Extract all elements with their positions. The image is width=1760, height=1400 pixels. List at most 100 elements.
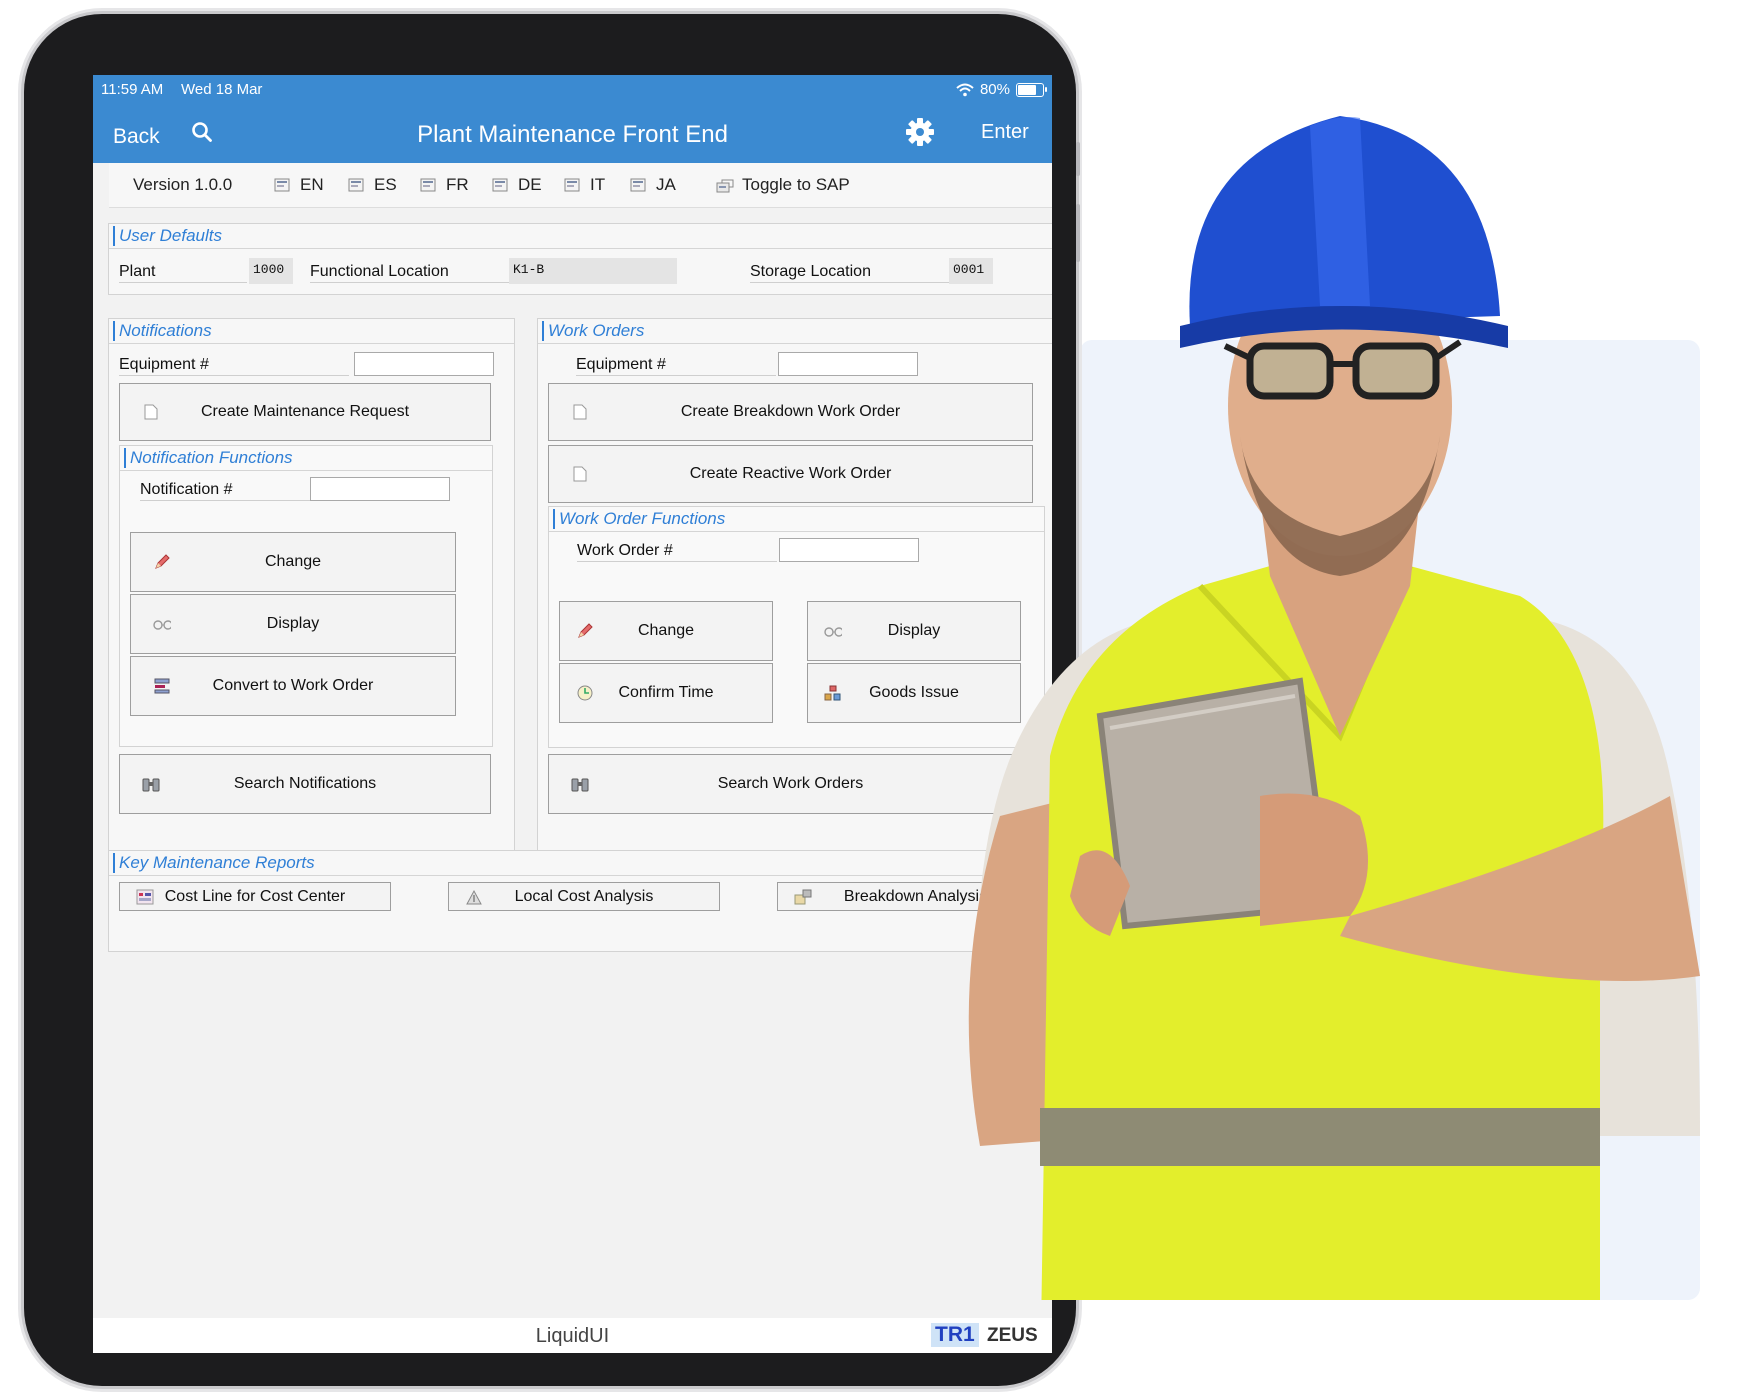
gear-icon[interactable] [905, 117, 935, 152]
language-label-it: IT [590, 175, 606, 194]
brand-label: LiquidUI [535, 1325, 610, 1347]
language-button-es[interactable]: ES [348, 175, 397, 195]
storage-location-label: Storage Location [750, 263, 871, 280]
language-label-ja: JA [656, 175, 676, 194]
key-maintenance-reports-group: Key Maintenance Reports Cost Line for Co… [108, 850, 1052, 952]
language-icon [630, 177, 648, 193]
language-button-en[interactable]: EN [274, 175, 324, 195]
label-underline [119, 282, 247, 283]
pencil-icon [153, 553, 171, 571]
confirm-time-label: Confirm Time [618, 684, 714, 701]
search-notifications-label: Search Notifications [233, 775, 377, 792]
label-underline [750, 282, 950, 283]
functional-location-field: K1-B [509, 258, 677, 284]
label-underline [310, 282, 510, 283]
version-label: Version 1.0.0 [133, 175, 233, 194]
battery-icon [1016, 82, 1047, 97]
document-icon [571, 403, 589, 421]
footer-bar: LiquidUI TR1 ZEUS [93, 1318, 1052, 1353]
analysis-icon [465, 888, 483, 906]
language-button-ja[interactable]: JA [630, 175, 676, 195]
user-defaults-title: User Defaults [113, 226, 222, 246]
create-maintenance-request-label: Create Maintenance Request [200, 403, 410, 420]
key-maintenance-reports-title: Key Maintenance Reports [113, 853, 315, 873]
plant-field: 1000 [249, 258, 293, 284]
wifi-icon [956, 83, 974, 96]
equipment-input[interactable] [354, 352, 494, 376]
label-underline [140, 500, 310, 501]
search-notifications-button[interactable]: Search Notifications [119, 754, 491, 814]
work-order-number-input[interactable] [779, 538, 919, 562]
host-label: ZEUS [987, 1325, 1038, 1346]
user-defaults-group: User Defaults Plant 1000 Functional Loca… [108, 223, 1052, 295]
label-underline [577, 561, 777, 562]
notification-number-label: Notification # [140, 481, 233, 498]
language-label-fr: FR [446, 175, 469, 194]
group-title-divider [109, 875, 1052, 876]
vest-reflective-stripe [1040, 1108, 1600, 1166]
worker-illustration [968, 116, 1700, 1300]
language-icon [492, 177, 510, 193]
local-cost-analysis-label: Local Cost Analysis [514, 887, 654, 905]
plant-label: Plant [119, 263, 156, 280]
toggle-to-sap-button[interactable]: Toggle to SAP [716, 175, 850, 195]
status-bar: 11:59 AM Wed 18 Mar 80% [93, 75, 1052, 105]
goods-icon [824, 684, 842, 702]
work-order-change-button[interactable]: Change [559, 601, 773, 661]
toggle-icon [716, 177, 734, 193]
notification-number-input[interactable] [310, 477, 450, 501]
local-cost-analysis-button[interactable]: Local Cost Analysis [448, 882, 720, 911]
group-title-divider [120, 470, 492, 471]
language-label-de: DE [518, 175, 542, 194]
binoculars-icon [571, 775, 589, 793]
cost-line-button[interactable]: Cost Line for Cost Center [119, 882, 391, 911]
toolbar: Version 1.0.0 EN ES FR DE IT JA Toggle t… [109, 163, 1052, 208]
notification-change-label: Change [264, 553, 322, 570]
toggle-to-sap-label: Toggle to SAP [742, 175, 850, 194]
clock-icon [576, 684, 594, 702]
work-order-functions-title: Work Order Functions [553, 509, 725, 529]
glasses-icon [153, 615, 171, 633]
create-maintenance-request-button[interactable]: Create Maintenance Request [119, 383, 491, 441]
notification-functions-group: Notification Functions Notification # Ch… [119, 445, 493, 747]
label-underline [576, 375, 776, 376]
language-label-en: EN [300, 175, 324, 194]
confirm-time-button[interactable]: Confirm Time [559, 663, 773, 723]
work-orders-title: Work Orders [542, 321, 644, 341]
right-hand [1260, 793, 1368, 926]
group-title-divider [109, 248, 1052, 249]
functional-location-label: Functional Location [310, 263, 449, 280]
language-button-it[interactable]: IT [564, 175, 605, 195]
wo-equipment-input[interactable] [778, 352, 918, 376]
app-screen: 11:59 AM Wed 18 Mar 80% Back Plant Maint… [93, 75, 1052, 1353]
wo-equipment-label: Equipment # [576, 356, 666, 373]
breakdown-icon [794, 888, 812, 906]
work-order-display-label: Display [887, 622, 941, 639]
battery-fill [1018, 84, 1036, 95]
status-date: Wed 18 Mar [181, 81, 263, 98]
document-icon [571, 465, 589, 483]
convert-to-work-order-label: Convert to Work Order [212, 677, 374, 694]
nav-bar: Back Plant Maintenance Front End Enter [93, 105, 1052, 163]
label-underline [119, 375, 349, 376]
glasses-icon [824, 622, 842, 640]
language-icon [564, 177, 582, 193]
status-time: 11:59 AM [101, 81, 164, 98]
language-button-de[interactable]: DE [492, 175, 542, 195]
notifications-group: Notifications Equipment # Create Mainten… [108, 318, 515, 851]
notifications-title: Notifications [113, 321, 212, 341]
convert-icon [153, 677, 171, 695]
work-order-change-label: Change [637, 622, 695, 639]
binoculars-icon [142, 775, 160, 793]
goods-issue-label: Goods Issue [869, 684, 959, 701]
pencil-icon [576, 622, 594, 640]
notification-change-button[interactable]: Change [130, 532, 456, 592]
create-reactive-work-order-label: Create Reactive Work Order [689, 465, 892, 482]
equipment-label: Equipment # [119, 356, 209, 373]
language-label-es: ES [374, 175, 397, 194]
language-button-fr[interactable]: FR [420, 175, 469, 195]
language-icon [420, 177, 438, 193]
convert-to-work-order-button[interactable]: Convert to Work Order [130, 656, 456, 716]
notification-display-button[interactable]: Display [130, 594, 456, 654]
document-icon [142, 403, 160, 421]
